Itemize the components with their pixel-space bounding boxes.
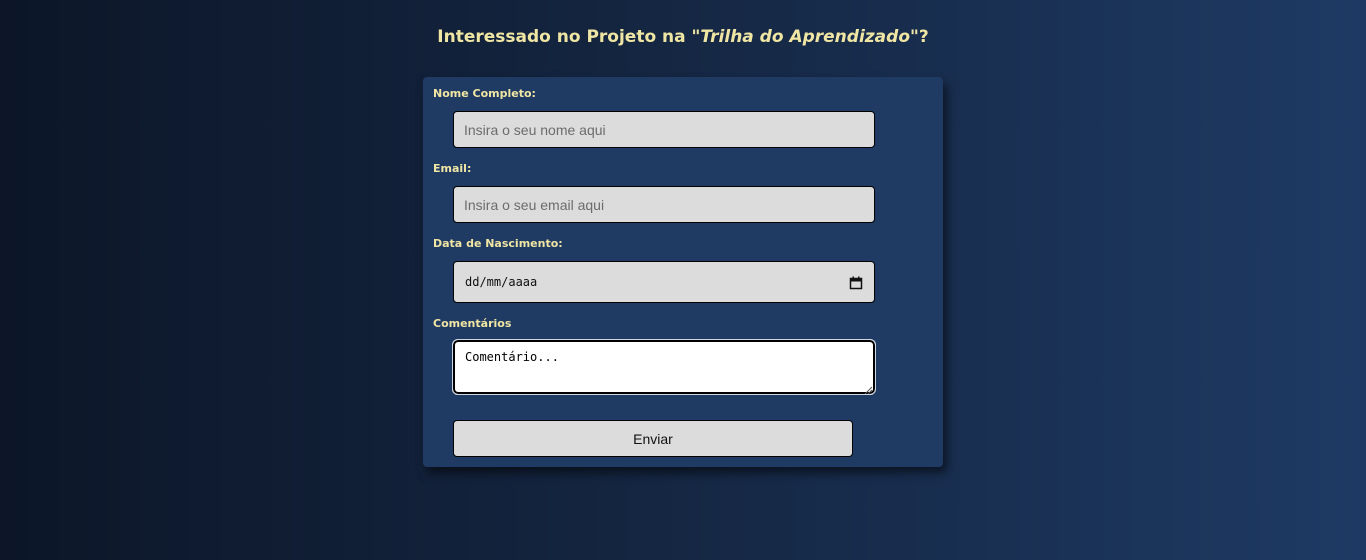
page-title-prefix: Interessado no Projeto na " <box>437 27 701 47</box>
comments-textarea[interactable]: Comentário... <box>452 339 876 395</box>
calendar-icon[interactable] <box>849 275 863 290</box>
email-input[interactable] <box>453 186 875 223</box>
birthdate-input[interactable]: dd/mm/aaaa <box>453 261 875 303</box>
page-title-suffix: "? <box>910 27 929 47</box>
page-title: Interessado no Projeto na "Trilha do Apr… <box>0 25 1366 49</box>
comments-placeholder: Comentário... <box>465 350 559 364</box>
submit-button[interactable]: Enviar <box>453 420 853 457</box>
birthdate-label: Data de Nascimento: <box>433 237 563 250</box>
name-input[interactable] <box>453 111 875 148</box>
comments-label: Comentários <box>433 317 512 330</box>
page-title-emphasis: Trilha do Aprendizado <box>700 27 910 47</box>
email-label: Email: <box>433 162 472 175</box>
resize-grip-icon[interactable] <box>864 383 873 395</box>
interest-form: Nome Completo: Email: Data de Nascimento… <box>423 77 943 467</box>
name-label: Nome Completo: <box>433 87 536 100</box>
birthdate-value: dd/mm/aaaa <box>465 275 538 289</box>
